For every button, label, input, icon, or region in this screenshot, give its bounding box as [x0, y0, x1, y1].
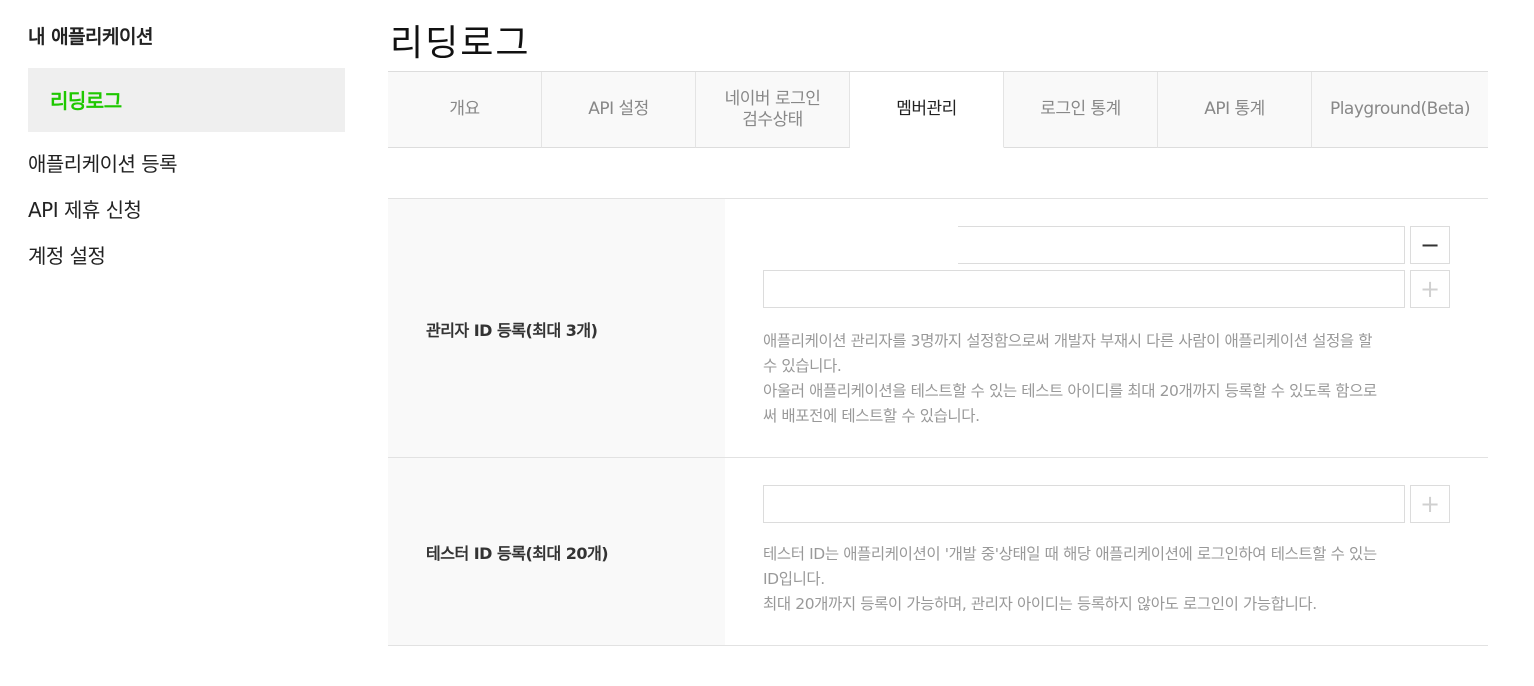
- sidebar-active-app-label: 리딩로그: [50, 89, 122, 113]
- tester-id-label-cell: 테스터 ID 등록(최대 20개): [388, 458, 725, 645]
- sidebar-link-account-settings[interactable]: 계정 설정: [28, 240, 106, 269]
- tab-overview[interactable]: 개요: [388, 72, 542, 148]
- tester-help-line: ID입니다.: [763, 570, 825, 588]
- admin-id-help-text: 애플리케이션 관리자를 3명까지 설정함으로써 개발자 부재시 다른 사람이 애…: [763, 329, 1453, 429]
- tester-id-label: 테스터 ID 등록(최대 20개): [426, 544, 609, 563]
- add-tester-button[interactable]: +: [1410, 485, 1450, 523]
- tab-playground[interactable]: Playground(Beta): [1312, 72, 1488, 148]
- sidebar-item-active-app[interactable]: 리딩로그: [28, 68, 345, 132]
- tester-id-input[interactable]: [763, 485, 1405, 523]
- tab-bar: 개요 API 설정 네이버 로그인 검수상태 멤버관리 로그인 통계 API 통…: [388, 71, 1488, 148]
- admin-help-line: 아울러 애플리케이션을 테스트할 수 있는 테스트 아이디를 최대 20개까지 …: [763, 382, 1377, 400]
- page-title: 리딩로그: [390, 23, 531, 64]
- add-admin-button[interactable]: +: [1410, 270, 1450, 308]
- tab-api-settings[interactable]: API 설정: [542, 72, 696, 148]
- tab-login-stats[interactable]: 로그인 통계: [1004, 72, 1158, 148]
- tab-login-review-line2: 검수상태: [742, 109, 803, 130]
- redacted-mask: [763, 223, 958, 269]
- tester-help-line: 테스터 ID는 애플리케이션이 '개발 중'상태일 때 해당 애플리케이션에 로…: [763, 545, 1377, 563]
- admin-id-row: 관리자 ID 등록(최대 3개) − + 애플리케이션 관리자를 3명까지 설정…: [388, 198, 1488, 458]
- admin-id-label-cell: 관리자 ID 등록(최대 3개): [388, 199, 725, 458]
- admin-id-label: 관리자 ID 등록(최대 3개): [426, 321, 598, 340]
- tab-member-management[interactable]: 멤버관리: [850, 72, 1004, 148]
- admin-id-input-2[interactable]: [763, 270, 1405, 308]
- tab-api-stats[interactable]: API 통계: [1158, 72, 1312, 148]
- admin-help-line: 써 배포전에 테스트할 수 있습니다.: [763, 407, 980, 425]
- tab-login-review-status[interactable]: 네이버 로그인 검수상태: [696, 72, 850, 148]
- sidebar-title: 내 애플리케이션: [28, 26, 153, 48]
- admin-help-line: 애플리케이션 관리자를 3명까지 설정함으로써 개발자 부재시 다른 사람이 애…: [763, 332, 1373, 350]
- tab-login-review-line1: 네이버 로그인: [724, 88, 821, 109]
- plus-icon: +: [1419, 275, 1441, 303]
- sidebar-link-register-app[interactable]: 애플리케이션 등록: [28, 148, 178, 177]
- admin-help-line: 수 있습니다.: [763, 357, 842, 375]
- tester-help-line: 최대 20개까지 등록이 가능하며, 관리자 아이디는 등록하지 않아도 로그인…: [763, 595, 1317, 613]
- sidebar-link-api-partnership[interactable]: API 제휴 신청: [28, 194, 142, 223]
- plus-icon: +: [1419, 490, 1441, 518]
- remove-admin-button[interactable]: −: [1410, 226, 1450, 264]
- tester-id-help-text: 테스터 ID는 애플리케이션이 '개발 중'상태일 때 해당 애플리케이션에 로…: [763, 542, 1453, 617]
- minus-icon: −: [1419, 231, 1441, 259]
- tester-id-row: 테스터 ID 등록(최대 20개) + 테스터 ID는 애플리케이션이 '개발 …: [388, 457, 1488, 646]
